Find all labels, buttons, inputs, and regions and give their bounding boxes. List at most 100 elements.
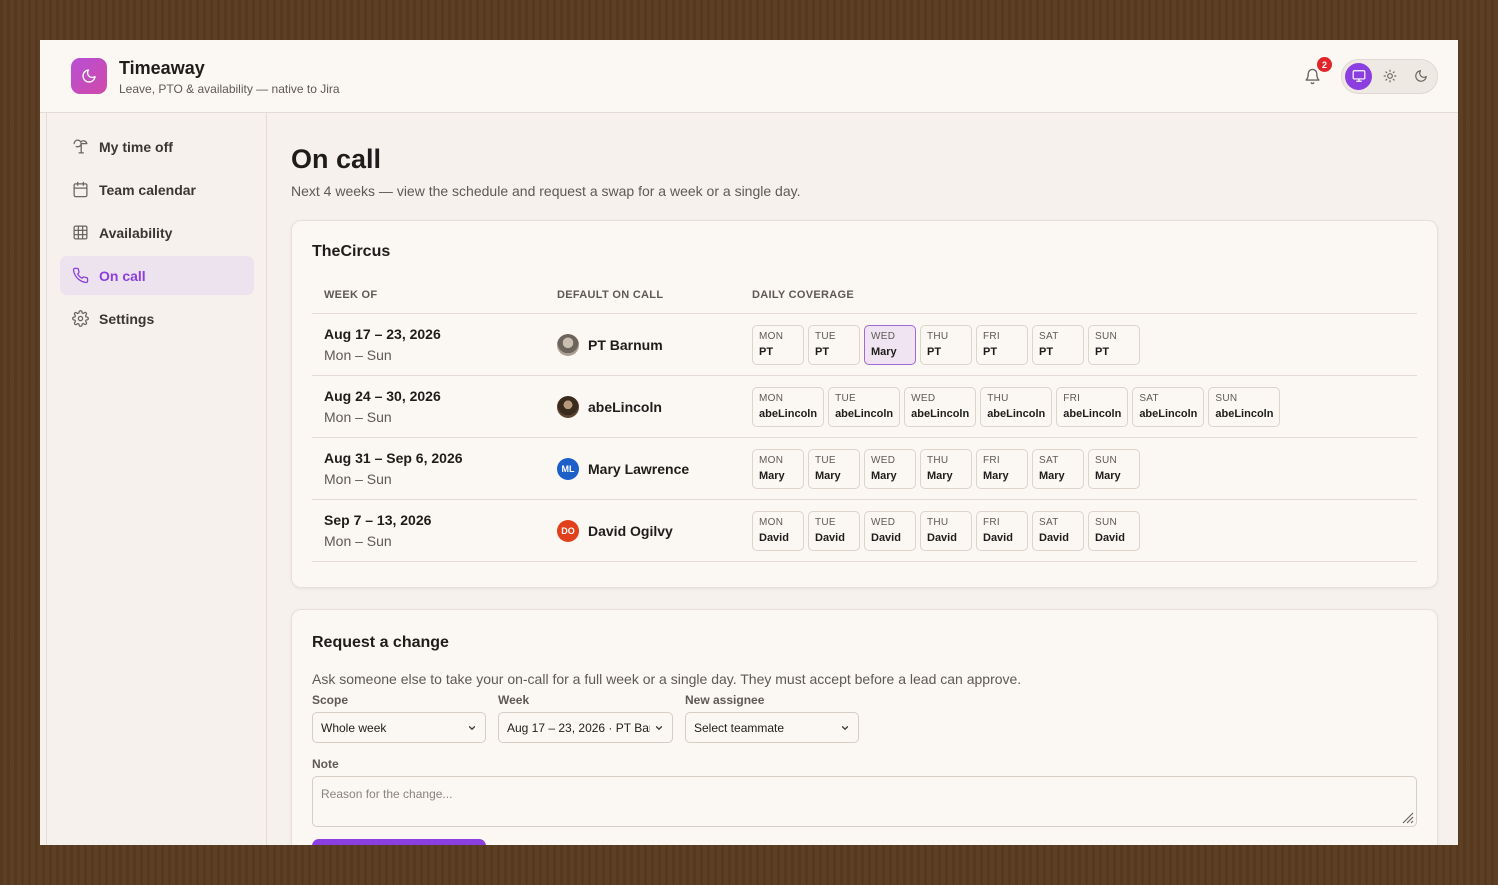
chip-assignee: Mary [1095, 469, 1121, 482]
sidebar-item-on-call[interactable]: On call [60, 256, 254, 295]
schedule-row: Aug 24 – 30, 2026 Mon – Sun abeLincoln MON a… [312, 376, 1417, 438]
day-coverage-chip[interactable]: SUN David [1088, 510, 1140, 551]
notifications-button[interactable]: 2 [1300, 57, 1332, 88]
theme-system-button[interactable] [1345, 62, 1372, 90]
day-coverage-chip[interactable]: THU PT [920, 324, 972, 365]
day-coverage-chip[interactable]: MON abeLincoln [752, 386, 825, 427]
chip-day-label: TUE [815, 516, 836, 528]
scope-value: Whole week [321, 720, 387, 735]
chip-assignee: abeLincoln [1063, 407, 1122, 420]
scope-label: Scope [312, 693, 349, 707]
default-on-call-name: PT Barnum [588, 336, 663, 353]
avatar [557, 333, 579, 356]
note-textarea[interactable]: Reason for the change... [312, 776, 1417, 827]
day-coverage-chip[interactable]: SUN PT [1088, 324, 1140, 365]
submit-request-button[interactable] [312, 839, 486, 845]
day-coverage-chip[interactable]: MON PT [752, 324, 804, 365]
default-on-call-cell: PT Barnum [557, 333, 752, 356]
column-header-daily-coverage: DAILY COVERAGE [752, 289, 855, 301]
day-coverage-chip[interactable]: WED David [864, 510, 916, 551]
chip-day-label: THU [927, 454, 949, 466]
day-coverage-chip[interactable]: TUE Mary [808, 448, 860, 489]
chip-day-label: TUE [815, 454, 836, 466]
sidebar-item-label: Settings [99, 310, 155, 327]
app-title: Timeaway [119, 57, 205, 78]
day-coverage-chip[interactable]: WED Mary [864, 448, 916, 489]
day-coverage-chip[interactable]: TUE David [808, 510, 860, 551]
assignee-label: New assignee [685, 693, 765, 707]
chip-day-label: TUE [815, 330, 836, 342]
chip-assignee: Mary [927, 469, 953, 482]
chip-day-label: MON [759, 454, 784, 466]
theme-dark-button[interactable] [1407, 63, 1434, 90]
day-coverage-chip[interactable]: TUE PT [808, 324, 860, 365]
day-coverage-chip[interactable]: SUN abeLincoln [1208, 386, 1281, 427]
chip-day-label: WED [871, 330, 896, 342]
grid-icon [71, 224, 89, 242]
chip-assignee: PT [759, 345, 774, 358]
chevron-down-icon [840, 723, 850, 733]
day-coverage-chip[interactable]: SAT abeLincoln [1132, 386, 1205, 427]
week-select[interactable]: Aug 17 – 23, 2026 · PT Barnum [498, 712, 673, 743]
sidebar-item-team-calendar[interactable]: Team calendar [60, 170, 254, 209]
day-coverage-chip[interactable]: FRI Mary [976, 448, 1028, 489]
chip-day-label: MON [759, 392, 784, 404]
day-coverage-chip[interactable]: THU David [920, 510, 972, 551]
sidebar-item-availability[interactable]: Availability [60, 213, 254, 252]
week-label: Week [498, 693, 530, 707]
top-right-controls: 2 [1300, 57, 1438, 94]
sidebar-item-label: On call [99, 267, 146, 284]
week-days: Mon – Sun [324, 471, 392, 487]
chip-assignee: David [815, 531, 845, 544]
chip-day-label: SAT [1039, 516, 1059, 528]
chip-assignee: Mary [815, 469, 841, 482]
assignee-select[interactable]: Select teammate [685, 712, 859, 743]
chip-day-label: MON [759, 516, 784, 528]
day-coverage-chip[interactable]: WED Mary [864, 324, 916, 365]
sidebar-item-settings[interactable]: Settings [60, 299, 254, 338]
theme-light-button[interactable] [1376, 63, 1403, 90]
day-coverage-chip[interactable]: FRI David [976, 510, 1028, 551]
chip-assignee: David [871, 531, 901, 544]
day-coverage-chip[interactable]: MON Mary [752, 448, 804, 489]
team-name: TheCircus [312, 243, 391, 260]
chip-assignee: abeLincoln [987, 407, 1046, 420]
schedule-row: Aug 17 – 23, 2026 Mon – Sun PT Barnum MON PT… [312, 314, 1417, 376]
day-coverage-chip[interactable]: TUE abeLincoln [828, 386, 901, 427]
chip-assignee: PT [983, 345, 998, 358]
day-coverage-chip[interactable]: THU Mary [920, 448, 972, 489]
day-coverage-chip[interactable]: FRI PT [976, 324, 1028, 365]
day-coverage-chip[interactable]: SAT David [1032, 510, 1084, 551]
chip-assignee: David [1039, 531, 1069, 544]
chip-day-label: WED [871, 454, 896, 466]
chip-assignee: abeLincoln [835, 407, 894, 420]
assignee-field: New assignee Select teammate [685, 693, 859, 743]
day-coverage-chip[interactable]: SAT Mary [1032, 448, 1084, 489]
scope-field: Scope Whole week [312, 693, 486, 743]
week-days: Mon – Sun [324, 347, 392, 363]
chip-day-label: WED [871, 516, 896, 528]
scope-select[interactable]: Whole week [312, 712, 486, 743]
schedule-rows: Aug 17 – 23, 2026 Mon – Sun PT Barnum MON PT… [312, 314, 1417, 562]
sidebar-item-label: My time off [99, 138, 173, 155]
sun-icon [1383, 69, 1396, 83]
bell-icon [1304, 68, 1320, 84]
daily-coverage-cell: MON PT TUE PT WED Mary THU PT FRI PT SAT PT SUN PT [752, 324, 1140, 365]
theme-toggle [1341, 58, 1438, 94]
team-schedule-card: TheCircus WEEK OF DEFAULT ON CALL DAILY … [291, 220, 1438, 588]
sidebar-item-my-time-off[interactable]: My time off [60, 127, 254, 166]
request-title: Request a change [312, 634, 449, 651]
day-coverage-chip[interactable]: MON David [752, 510, 804, 551]
app-subtitle: Leave, PTO & availability — native to Ji… [119, 81, 340, 96]
resize-handle-icon[interactable] [1400, 810, 1414, 824]
app-window: Timeaway Leave, PTO & availability — nat… [40, 40, 1458, 845]
day-coverage-chip[interactable]: WED abeLincoln [904, 386, 977, 427]
moon-icon [1414, 70, 1427, 82]
chip-day-label: THU [987, 392, 1009, 404]
day-coverage-chip[interactable]: SAT PT [1032, 324, 1084, 365]
chip-assignee: David [927, 531, 957, 544]
day-coverage-chip[interactable]: FRI abeLincoln [1056, 386, 1129, 427]
chip-assignee: David [1095, 531, 1125, 544]
day-coverage-chip[interactable]: SUN Mary [1088, 448, 1140, 489]
day-coverage-chip[interactable]: THU abeLincoln [980, 386, 1053, 427]
